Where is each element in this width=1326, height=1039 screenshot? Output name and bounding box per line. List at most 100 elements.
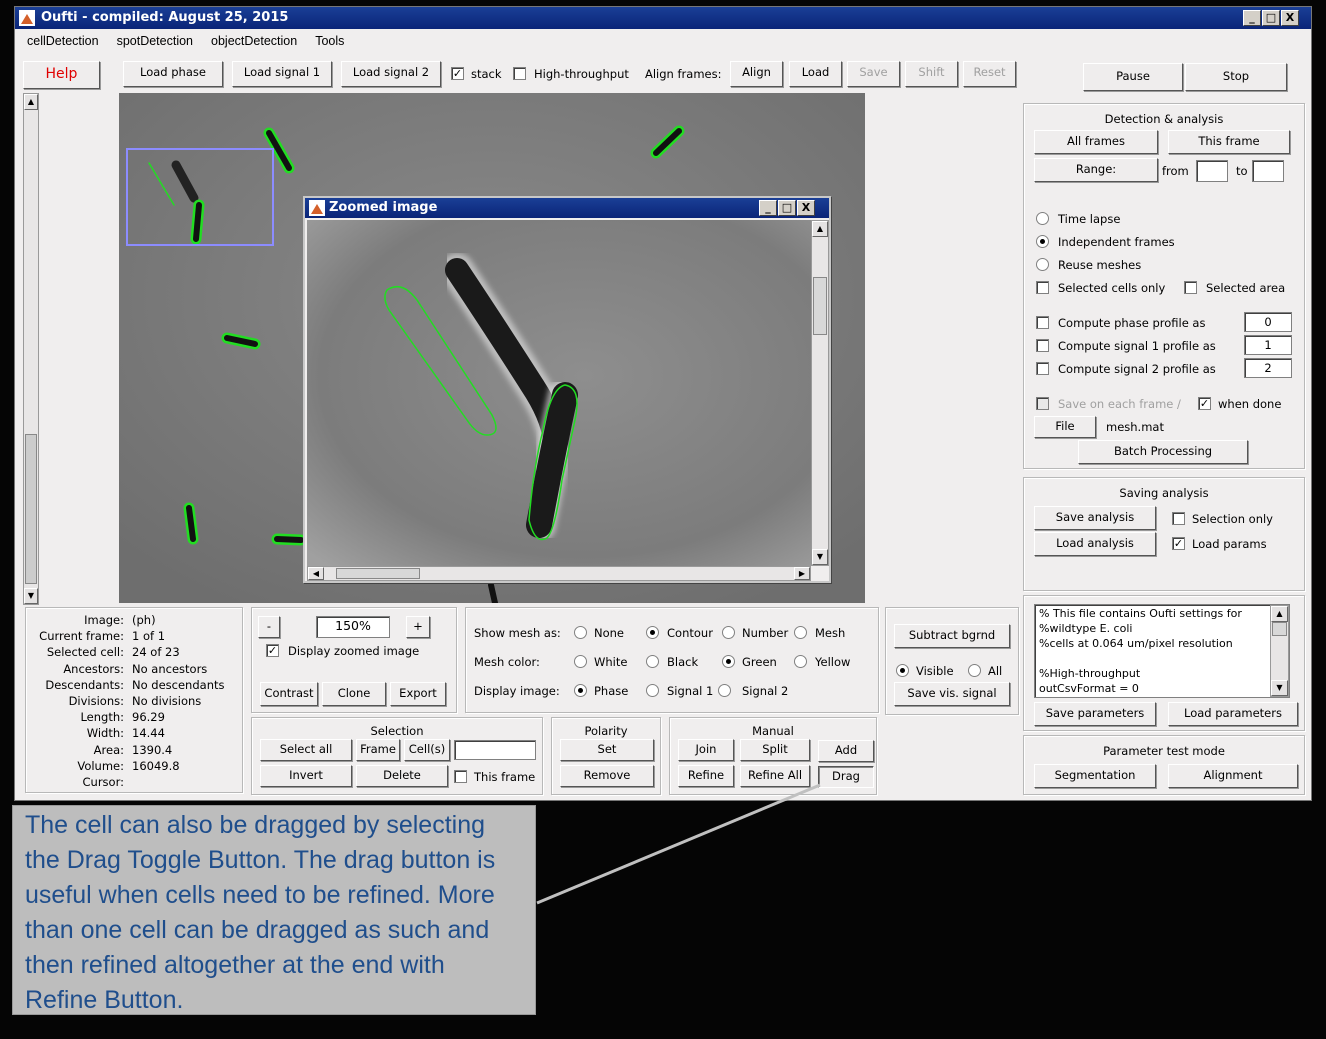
display-signal2-radio[interactable] <box>718 684 731 697</box>
visible-radio[interactable] <box>896 664 909 677</box>
signal1-profile-field[interactable]: 1 <box>1244 335 1292 355</box>
all-radio[interactable] <box>968 664 981 677</box>
independent-frames-radio[interactable] <box>1036 235 1049 248</box>
phase-profile-field[interactable]: 0 <box>1244 312 1292 332</box>
settings-scroll-down-icon[interactable]: ▼ <box>1271 680 1288 696</box>
mesh-mesh-radio[interactable] <box>794 626 807 639</box>
save-each-frame-checkbox[interactable] <box>1036 397 1049 410</box>
zoomed-close-icon[interactable]: X <box>797 200 815 216</box>
scroll-down-arrow-icon[interactable]: ▼ <box>24 588 38 604</box>
save-analysis-button[interactable]: Save analysis <box>1034 506 1156 530</box>
align-button[interactable]: Align <box>730 61 783 87</box>
zoomed-scroll-down-icon[interactable]: ▼ <box>812 549 828 565</box>
menu-objectdetection[interactable]: objectDetection <box>199 31 303 53</box>
cells-input[interactable] <box>454 740 536 760</box>
frame-button[interactable]: Frame <box>356 739 400 761</box>
color-black-radio[interactable] <box>646 655 659 668</box>
display-zoomed-checkbox[interactable]: ✓ <box>266 644 279 657</box>
zoomed-horizontal-scrollbar[interactable]: ◀ ▶ <box>307 566 811 581</box>
load-phase-button[interactable]: Load phase <box>123 61 223 87</box>
zoomed-hscroll-thumb[interactable] <box>336 568 420 579</box>
this-frame-button[interactable]: This frame <box>1168 130 1290 154</box>
scroll-thumb[interactable] <box>25 434 37 584</box>
color-white-radio[interactable] <box>574 655 587 668</box>
zoomed-image-window[interactable]: Zoomed image _ □ X ▲ ▼ ◀ ▶ <box>303 196 831 583</box>
settings-textbox[interactable]: % This file contains Oufti settings for … <box>1034 604 1290 698</box>
zoomed-scroll-right-icon[interactable]: ▶ <box>794 567 810 580</box>
settings-scroll-up-icon[interactable]: ▲ <box>1271 606 1288 622</box>
load-analysis-button[interactable]: Load analysis <box>1034 532 1156 556</box>
export-button[interactable]: Export <box>390 682 446 706</box>
from-field[interactable] <box>1196 160 1228 182</box>
refine-all-button[interactable]: Refine All <box>740 765 810 787</box>
zoomed-image[interactable] <box>307 220 811 566</box>
file-button[interactable]: File <box>1034 416 1096 438</box>
scroll-up-arrow-icon[interactable]: ▲ <box>24 94 38 110</box>
contrast-button[interactable]: Contrast <box>260 682 318 706</box>
zoomed-vscroll-thumb[interactable] <box>813 277 827 335</box>
zoomed-maximize-icon[interactable]: □ <box>778 200 796 216</box>
drag-toggle-button[interactable]: Drag <box>818 766 874 788</box>
select-all-button[interactable]: Select all <box>260 739 352 761</box>
signal2-profile-field[interactable]: 2 <box>1244 358 1292 378</box>
menu-spotdetection[interactable]: spotDetection <box>105 31 199 53</box>
reuse-meshes-radio[interactable] <box>1036 258 1049 271</box>
reset-button[interactable]: Reset <box>963 61 1016 87</box>
settings-scrollbar[interactable]: ▲ ▼ <box>1270 605 1289 697</box>
display-phase-radio[interactable] <box>574 684 587 697</box>
invert-button[interactable]: Invert <box>260 765 352 787</box>
split-button[interactable]: Split <box>740 739 810 761</box>
load-align-button[interactable]: Load <box>789 61 842 87</box>
remove-polarity-button[interactable]: Remove <box>560 765 654 787</box>
zoomed-scroll-left-icon[interactable]: ◀ <box>308 567 324 580</box>
batch-processing-button[interactable]: Batch Processing <box>1078 440 1248 464</box>
zoom-out-button[interactable]: - <box>258 616 280 638</box>
to-field[interactable] <box>1252 160 1284 182</box>
main-vertical-scrollbar[interactable]: ▲ ▼ <box>23 93 39 605</box>
selection-only-checkbox[interactable] <box>1172 512 1185 525</box>
load-signal2-button[interactable]: Load signal 2 <box>341 61 441 87</box>
save-parameters-button[interactable]: Save parameters <box>1034 702 1156 726</box>
phase-profile-checkbox[interactable] <box>1036 316 1049 329</box>
high-throughput-checkbox[interactable] <box>513 67 526 80</box>
add-button[interactable]: Add <box>818 740 874 762</box>
this-frame-checkbox[interactable] <box>454 770 467 783</box>
cells-button[interactable]: Cell(s) <box>404 739 450 761</box>
selected-cells-only-checkbox[interactable] <box>1036 281 1049 294</box>
selected-area-checkbox[interactable] <box>1184 281 1197 294</box>
segmentation-button[interactable]: Segmentation <box>1034 764 1156 788</box>
set-polarity-button[interactable]: Set <box>560 739 654 761</box>
alignment-button[interactable]: Alignment <box>1168 764 1298 788</box>
delete-button[interactable]: Delete <box>356 765 448 787</box>
mesh-contour-radio[interactable] <box>646 626 659 639</box>
stop-button[interactable]: Stop <box>1185 63 1287 91</box>
zoomed-vertical-scrollbar[interactable]: ▲ ▼ <box>811 220 829 566</box>
when-done-checkbox[interactable]: ✓ <box>1198 397 1211 410</box>
color-green-radio[interactable] <box>722 655 735 668</box>
display-signal1-radio[interactable] <box>646 684 659 697</box>
shift-button[interactable]: Shift <box>905 61 958 87</box>
menu-tools[interactable]: Tools <box>303 31 350 53</box>
zoomed-minimize-icon[interactable]: _ <box>759 200 777 216</box>
save-align-button[interactable]: Save <box>847 61 900 87</box>
close-icon[interactable]: X <box>1281 10 1299 26</box>
load-signal1-button[interactable]: Load signal 1 <box>232 61 332 87</box>
pause-button[interactable]: Pause <box>1083 63 1183 91</box>
all-frames-button[interactable]: All frames <box>1034 130 1158 154</box>
range-button[interactable]: Range: <box>1034 158 1158 182</box>
join-button[interactable]: Join <box>678 739 734 761</box>
minimize-icon[interactable]: _ <box>1243 10 1261 26</box>
stack-checkbox[interactable]: ✓ <box>451 67 464 80</box>
load-parameters-button[interactable]: Load parameters <box>1168 702 1298 726</box>
load-params-checkbox[interactable]: ✓ <box>1172 537 1185 550</box>
zoom-level-field[interactable]: 150% <box>316 616 390 638</box>
menu-celldetection[interactable]: cellDetection <box>15 31 105 53</box>
refine-button[interactable]: Refine <box>678 765 734 787</box>
zoomed-scroll-up-icon[interactable]: ▲ <box>812 221 828 237</box>
zoom-in-button[interactable]: + <box>406 616 430 638</box>
settings-scroll-thumb[interactable] <box>1272 622 1287 636</box>
save-vis-signal-button[interactable]: Save vis. signal <box>894 682 1010 706</box>
help-button[interactable]: Help <box>23 61 100 89</box>
subtract-bgrnd-button[interactable]: Subtract bgrnd <box>894 624 1010 648</box>
clone-button[interactable]: Clone <box>322 682 386 706</box>
